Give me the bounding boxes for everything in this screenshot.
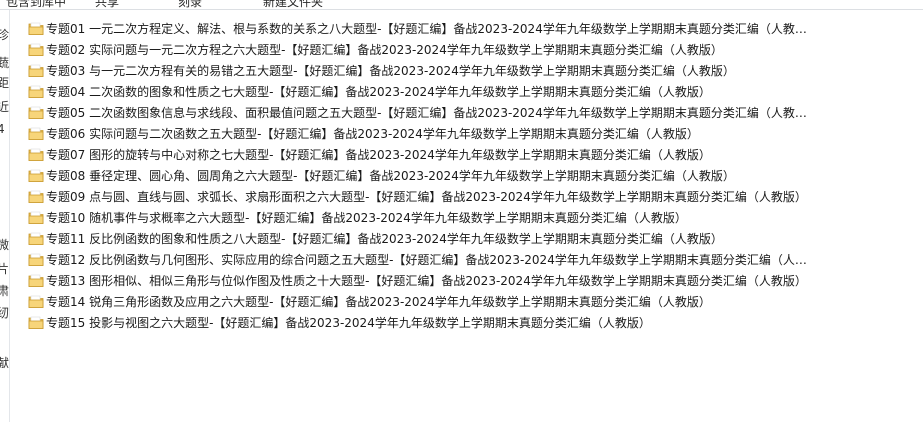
folder-item[interactable]: 专题02 实际问题与一元二次方程之六大题型-【好题汇编】备战2023-2024学… (25, 39, 915, 60)
folder-icon (28, 43, 44, 57)
folder-item[interactable]: 专题12 反比例函数与几何图形、实际应用的综合问题之五大题型-【好题汇编】备战2… (25, 249, 915, 270)
folder-name: 专题04 二次函数的图象和性质之七大题型-【好题汇编】备战2023-2024学年… (46, 84, 711, 99)
file-list: 专题01 一元二次方程定义、解法、根与系数的关系之八大题型-【好题汇编】备战20… (25, 18, 915, 333)
folder-name: 专题11 反比例函数的图象和性质之八大题型-【好题汇编】备战2023-2024学… (46, 231, 723, 246)
folder-name: 专题05 二次函数图象信息与求线段、面积最值问题之五大题型-【好题汇编】备战20… (46, 105, 814, 120)
toolbar-include-in-library[interactable]: 包含到库中 (6, 0, 66, 9)
command-toolbar: 包含到库中 共享 刻录 新建文件夹 (0, 0, 923, 10)
folder-name: 专题03 与一元二次方程有关的易错之五大题型-【好题汇编】备战2023-2024… (46, 63, 735, 78)
nav-item[interactable]: 距 (0, 76, 9, 90)
folder-icon (28, 274, 44, 288)
folder-name: 专题06 实际问题与二次函数之五大题型-【好题汇编】备战2023-2024学年九… (46, 126, 699, 141)
folder-name: 专题02 实际问题与一元二次方程之六大题型-【好题汇编】备战2023-2024学… (46, 42, 723, 57)
folder-icon (28, 85, 44, 99)
folder-item[interactable]: 专题15 投影与视图之六大题型-【好题汇编】备战2023-2024学年九年级数学… (25, 312, 915, 333)
folder-name: 专题07 图形的旋转与中心对称之七大题型-【好题汇编】备战2023-2024学年… (46, 147, 711, 162)
folder-icon (28, 22, 44, 36)
toolbar-share[interactable]: 共享 (95, 0, 119, 9)
nav-item[interactable]: 蔬 (0, 56, 9, 70)
folder-icon (28, 295, 44, 309)
folder-item[interactable]: 专题08 垂径定理、圆心角、圆周角之六大题型-【好题汇编】备战2023-2024… (25, 165, 915, 186)
folder-icon (28, 316, 44, 330)
folder-icon (28, 64, 44, 78)
navigation-pane[interactable]: 珍 蔬 距 近 4 微 片 肃 纫 献 (0, 10, 10, 422)
nav-item[interactable]: 微 (0, 238, 9, 252)
folder-item[interactable]: 专题14 锐角三角形函数及应用之六大题型-【好题汇编】备战2023-2024学年… (25, 291, 915, 312)
folder-item[interactable]: 专题01 一元二次方程定义、解法、根与系数的关系之八大题型-【好题汇编】备战20… (25, 18, 915, 39)
folder-item[interactable]: 专题11 反比例函数的图象和性质之八大题型-【好题汇编】备战2023-2024学… (25, 228, 915, 249)
folder-item[interactable]: 专题03 与一元二次方程有关的易错之五大题型-【好题汇编】备战2023-2024… (25, 60, 915, 81)
folder-icon (28, 169, 44, 183)
folder-item[interactable]: 专题13 图形相似、相似三角形与位似作图及性质之十大题型-【好题汇编】备战202… (25, 270, 915, 291)
nav-item[interactable]: 献 (0, 356, 9, 370)
folder-name: 专题10 随机事件与求概率之六大题型-【好题汇编】备战2023-2024学年九年… (46, 210, 687, 225)
folder-icon (28, 211, 44, 225)
nav-item[interactable]: 4 (0, 122, 9, 136)
folder-item[interactable]: 专题04 二次函数的图象和性质之七大题型-【好题汇编】备战2023-2024学年… (25, 81, 915, 102)
folder-item[interactable]: 专题06 实际问题与二次函数之五大题型-【好题汇编】备战2023-2024学年九… (25, 123, 915, 144)
folder-item[interactable]: 专题09 点与圆、直线与圆、求弧长、求扇形面积之六大题型-【好题汇编】备战202… (25, 186, 915, 207)
toolbar-new-folder[interactable]: 新建文件夹 (263, 0, 323, 9)
nav-item[interactable]: 肃 (0, 284, 9, 298)
nav-item[interactable]: 纫 (0, 306, 9, 320)
folder-icon (28, 106, 44, 120)
folder-name: 专题15 投影与视图之六大题型-【好题汇编】备战2023-2024学年九年级数学… (46, 315, 651, 330)
folder-name: 专题08 垂径定理、圆心角、圆周角之六大题型-【好题汇编】备战2023-2024… (46, 168, 735, 183)
folder-name: 专题13 图形相似、相似三角形与位似作图及性质之十大题型-【好题汇编】备战202… (46, 273, 807, 288)
folder-icon (28, 190, 44, 204)
folder-name: 专题14 锐角三角形函数及应用之六大题型-【好题汇编】备战2023-2024学年… (46, 294, 711, 309)
nav-item[interactable]: 近 (0, 100, 9, 114)
folder-item[interactable]: 专题07 图形的旋转与中心对称之七大题型-【好题汇编】备战2023-2024学年… (25, 144, 915, 165)
folder-item[interactable]: 专题10 随机事件与求概率之六大题型-【好题汇编】备战2023-2024学年九年… (25, 207, 915, 228)
folder-icon (28, 127, 44, 141)
folder-name: 专题12 反比例函数与几何图形、实际应用的综合问题之五大题型-【好题汇编】备战2… (46, 252, 814, 267)
nav-item[interactable]: 片 (0, 262, 9, 276)
folder-name: 专题01 一元二次方程定义、解法、根与系数的关系之八大题型-【好题汇编】备战20… (46, 21, 814, 36)
folder-icon (28, 148, 44, 162)
toolbar-burn[interactable]: 刻录 (178, 0, 202, 9)
folder-icon (28, 253, 44, 267)
folder-icon (28, 232, 44, 246)
folder-item[interactable]: 专题05 二次函数图象信息与求线段、面积最值问题之五大题型-【好题汇编】备战20… (25, 102, 915, 123)
folder-name: 专题09 点与圆、直线与圆、求弧长、求扇形面积之六大题型-【好题汇编】备战202… (46, 189, 807, 204)
explorer-window: 包含到库中 共享 刻录 新建文件夹 珍 蔬 距 近 4 微 片 肃 纫 献 专题… (0, 0, 923, 422)
nav-item[interactable]: 珍 (0, 28, 9, 42)
